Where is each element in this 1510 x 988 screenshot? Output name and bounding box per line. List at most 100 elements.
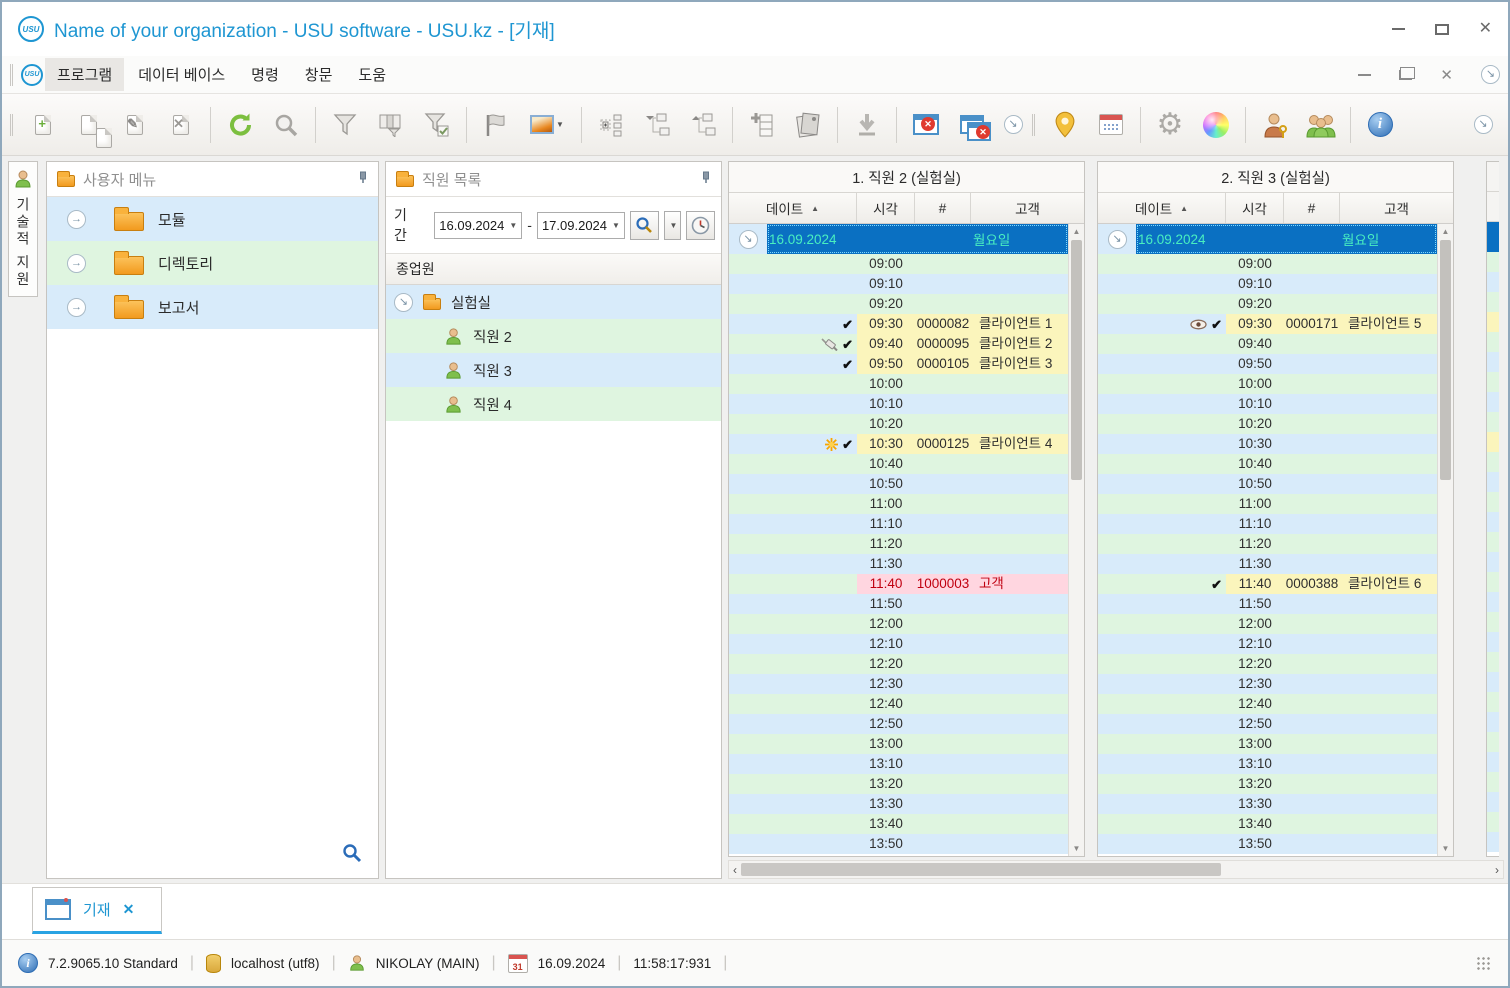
scroll-down-icon[interactable]: ▼ — [1438, 844, 1453, 853]
date-to-select[interactable]: 17.09.2024 ▼ — [536, 211, 625, 239]
tech-support-tab[interactable]: 기술적 지원 — [8, 161, 38, 297]
schedule-row[interactable]: 09:20 — [729, 294, 1068, 314]
schedule-row[interactable]: 10:20 — [1098, 414, 1437, 434]
date-row[interactable]: ↘ 16.09.2024 월요일 — [1098, 224, 1437, 254]
column-header[interactable]: 고객 — [1340, 193, 1453, 223]
schedule-row[interactable]: 11:00 — [1098, 494, 1437, 514]
column-header[interactable]: 시각 — [1226, 193, 1284, 223]
collapse-arrow-icon[interactable]: ↘ — [738, 229, 758, 249]
search-button[interactable] — [264, 101, 308, 149]
menu-database[interactable]: 데이터 베이스 — [126, 58, 237, 91]
filter-button[interactable] — [323, 101, 367, 149]
toolbar-overflow-button[interactable]: ↘ — [996, 101, 1030, 149]
menu-command[interactable]: 명령 — [239, 58, 291, 91]
schedule-row[interactable]: 10:00 — [1098, 374, 1437, 394]
schedule-row[interactable]: 12:30 — [1098, 674, 1437, 694]
resize-grip[interactable] — [1476, 956, 1492, 970]
column-header[interactable]: 고객 — [971, 193, 1084, 223]
tree-item-employee-3[interactable]: 직원 3 — [386, 353, 721, 387]
schedule-row[interactable]: 12:40 — [729, 694, 1068, 714]
schedule-row[interactable]: 10:20 — [729, 414, 1068, 434]
scrollbar-thumb[interactable] — [1440, 240, 1451, 481]
new-record-button[interactable]: + — [21, 101, 65, 149]
column-header[interactable]: # — [1284, 193, 1340, 223]
menu-program[interactable]: 프로그램 — [45, 58, 125, 91]
scroll-up-icon[interactable]: ▲ — [1438, 227, 1453, 236]
tree-group-lab[interactable]: ↘ 실험실 — [386, 285, 721, 319]
tab-record[interactable]: 기재 ✕ — [32, 887, 162, 934]
mdi-restore-icon[interactable] — [1399, 66, 1416, 80]
schedule-row[interactable]: 12:20 — [1098, 654, 1437, 674]
schedule-row[interactable]: 11:00 — [729, 494, 1068, 514]
column-header[interactable]: 데이트 ▲ — [1098, 193, 1226, 223]
scroll-up-icon[interactable]: ▲ — [1069, 227, 1084, 236]
close-icon[interactable]: ✕ — [1479, 21, 1492, 37]
settings-button[interactable]: ⚙ — [1148, 101, 1192, 149]
sidebar-item-reports[interactable]: → 보고서 — [47, 285, 378, 329]
schedule-row[interactable]: 09:10 — [729, 274, 1068, 294]
schedule-row[interactable]: 10:00 — [729, 374, 1068, 394]
schedule-row[interactable]: 13:10 — [729, 754, 1068, 774]
column-header[interactable]: 시각 — [857, 193, 915, 223]
schedule-row[interactable]: 13:50 — [729, 834, 1068, 854]
flag-button[interactable] — [474, 101, 518, 149]
schedule-row[interactable]: 12:20 — [729, 654, 1068, 674]
search-options-button[interactable]: ▼ — [663, 210, 682, 240]
close-all-windows-button[interactable]: ✕ — [950, 101, 994, 149]
mdi-close-icon[interactable]: ✕ — [1440, 66, 1453, 84]
date-from-select[interactable]: 16.09.2024 ▼ — [434, 211, 523, 239]
scrollbar-thumb[interactable] — [1071, 240, 1082, 481]
scroll-left-icon[interactable]: ‹ — [733, 864, 737, 876]
schedule-row[interactable]: 09:20 — [1098, 294, 1437, 314]
sidebar-item-modules[interactable]: → 모듈 — [47, 197, 378, 241]
schedule-row[interactable]: 10:50 — [1098, 474, 1437, 494]
collapse-arrow-icon[interactable]: ↘ — [394, 292, 413, 312]
copy-record-button[interactable] — [67, 101, 112, 149]
column-header[interactable]: 데이트 ▲ — [729, 193, 857, 223]
tree-item-employee-4[interactable]: 직원 4 — [386, 387, 721, 421]
schedule-row[interactable]: ✔ 10:30 0000125 클라이언트 4 — [729, 434, 1068, 454]
schedule-row[interactable]: 10:30 — [1098, 434, 1437, 454]
schedule-row[interactable]: 10:10 — [729, 394, 1068, 414]
location-button[interactable] — [1043, 101, 1087, 149]
schedule-row[interactable]: 10:40 — [729, 454, 1068, 474]
collapse-tree-button[interactable] — [635, 101, 679, 149]
schedule-row[interactable]: 13:00 — [1098, 734, 1437, 754]
maximize-icon[interactable] — [1434, 23, 1449, 35]
schedule-row[interactable]: 13:10 — [1098, 754, 1437, 774]
schedule-row[interactable]: 11:30 — [1098, 554, 1437, 574]
schedule-row[interactable]: 13:50 — [1098, 834, 1437, 854]
image-mode-button[interactable]: ▼ — [520, 101, 574, 149]
apply-search-button[interactable] — [629, 210, 659, 240]
sidebar-item-directories[interactable]: → 디렉토리 — [47, 241, 378, 285]
schedule-row[interactable]: 09:00 — [1098, 254, 1437, 274]
expand-arrow-icon[interactable]: → — [67, 297, 86, 317]
schedule-row[interactable]: ✔ 09:50 0000105 클라이언트 3 — [729, 354, 1068, 374]
scroll-right-icon[interactable]: › — [1495, 864, 1499, 876]
menu-window[interactable]: 창문 — [293, 58, 345, 91]
calendar-button[interactable] — [1089, 101, 1133, 149]
schedule-row[interactable]: 10:50 — [729, 474, 1068, 494]
tree-item-employee-2[interactable]: 직원 2 — [386, 319, 721, 353]
schedule-row[interactable]: 12:50 — [1098, 714, 1437, 734]
schedule-row[interactable]: 11:50 — [1098, 594, 1437, 614]
schedule-row[interactable]: 11:10 — [1098, 514, 1437, 534]
schedule-row[interactable]: 13:20 — [1098, 774, 1437, 794]
schedule-row[interactable]: 13:20 — [729, 774, 1068, 794]
vertical-scrollbar[interactable]: ▲ ▼ — [1068, 224, 1084, 856]
menu-help[interactable]: 도움 — [346, 58, 398, 91]
date-row[interactable]: ↘ 16.09.2024 월요일 — [729, 224, 1068, 254]
schedule-row[interactable]: 12:30 — [729, 674, 1068, 694]
scrollbar-thumb[interactable] — [741, 863, 1221, 876]
toolbar-overflow2-button[interactable]: ↘ — [1466, 101, 1500, 149]
schedule-row[interactable]: 11:50 — [729, 594, 1068, 614]
menu-overflow-icon[interactable]: ↘ — [1481, 65, 1500, 84]
panel-search-button[interactable] — [326, 835, 378, 878]
employee-column-header[interactable]: 종업원 — [386, 254, 721, 285]
schedule-row[interactable]: 13:30 — [1098, 794, 1437, 814]
schedule-row[interactable]: 13:00 — [729, 734, 1068, 754]
schedule-row[interactable]: 11:10 — [729, 514, 1068, 534]
schedule-row[interactable]: 12:00 — [1098, 614, 1437, 634]
schedule-row[interactable]: 09:50 — [1098, 354, 1437, 374]
about-button[interactable]: i — [1358, 101, 1402, 149]
